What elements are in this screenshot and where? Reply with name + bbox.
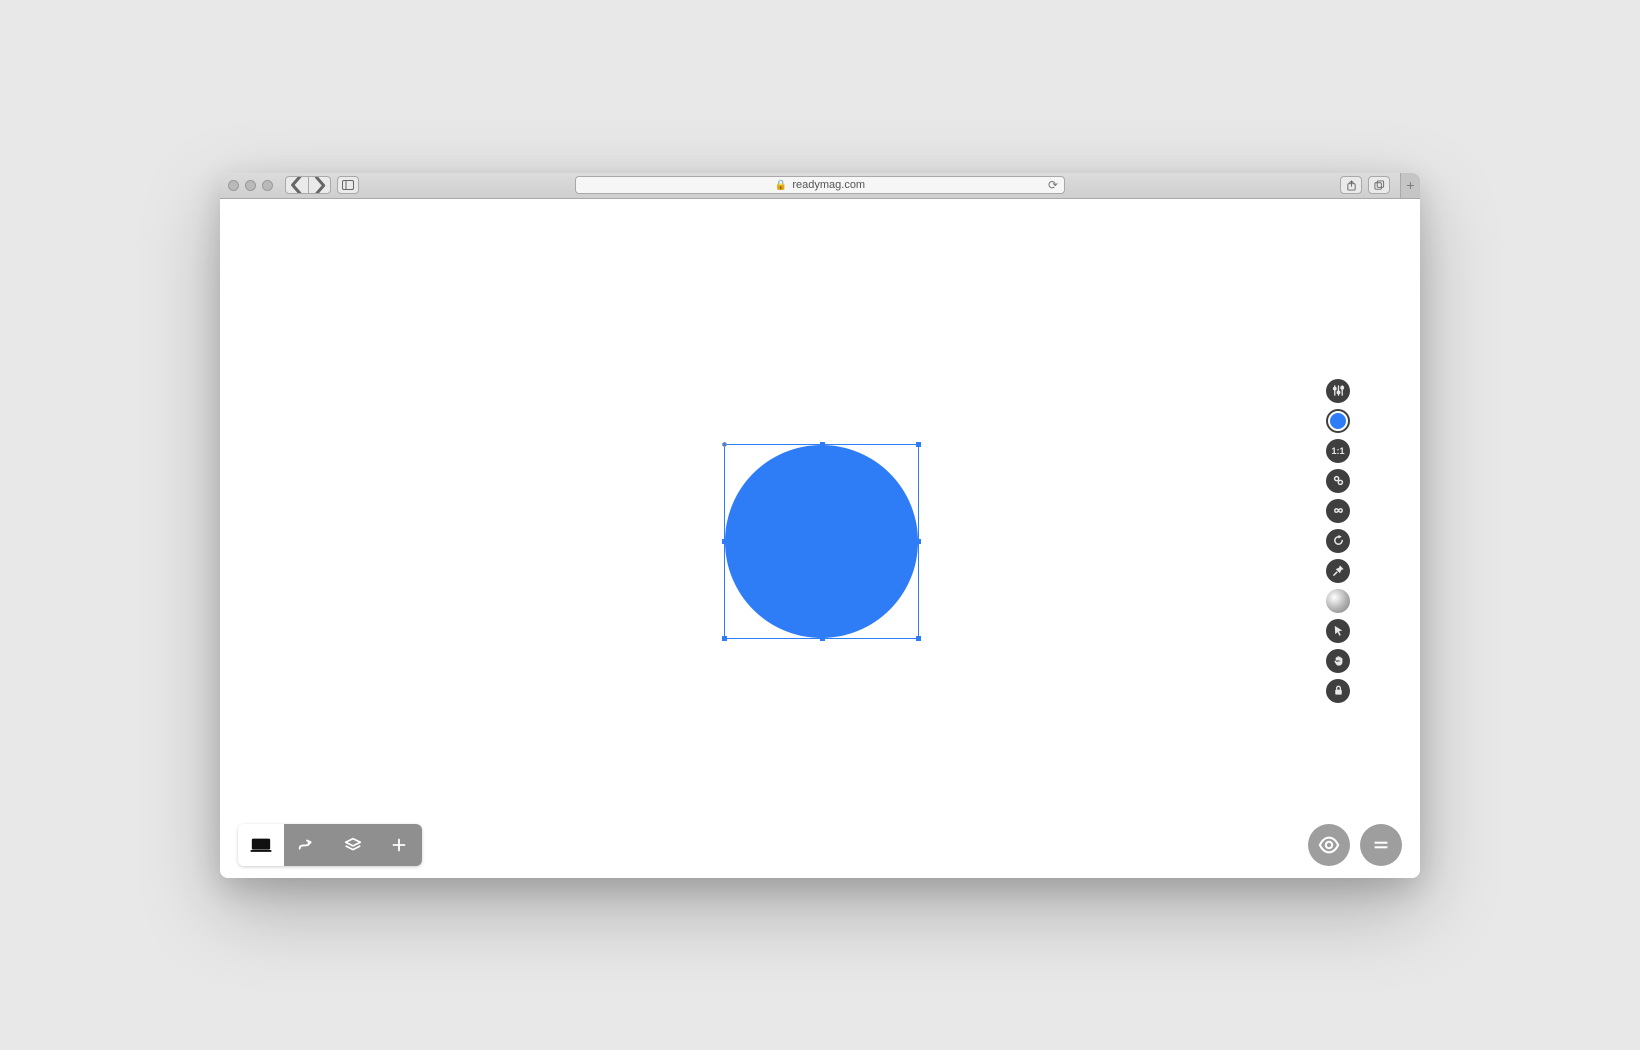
- window-minimize-button[interactable]: [245, 180, 256, 191]
- opacity-tool[interactable]: [1326, 589, 1350, 613]
- reload-button[interactable]: ⟳: [1048, 178, 1058, 192]
- resize-handle-mr[interactable]: [916, 539, 921, 544]
- lock-icon: 🔒: [775, 180, 787, 191]
- desktop-viewport-toggle[interactable]: [238, 824, 284, 866]
- add-widget-tool[interactable]: [376, 824, 422, 866]
- layers-tool[interactable]: [330, 824, 376, 866]
- aspect-ratio-tool[interactable]: 1:1: [1326, 439, 1350, 463]
- window-close-button[interactable]: [228, 180, 239, 191]
- bottom-right-controls: [1308, 824, 1402, 866]
- nav-back-forward: [285, 176, 331, 194]
- preview-button[interactable]: [1308, 824, 1350, 866]
- resize-handle-br[interactable]: [916, 636, 921, 641]
- lock-tool[interactable]: [1326, 679, 1350, 703]
- resize-handle-tl[interactable]: [722, 442, 727, 447]
- responsive-flow-tool[interactable]: [284, 824, 330, 866]
- link-chain-tool[interactable]: [1326, 469, 1350, 493]
- window-zoom-button[interactable]: [262, 180, 273, 191]
- pin-tool[interactable]: [1326, 559, 1350, 583]
- nav-forward-button[interactable]: [308, 177, 330, 193]
- selection-bounding-box[interactable]: [724, 444, 919, 639]
- ellipse-shape[interactable]: [725, 445, 918, 638]
- resize-handle-tc[interactable]: [820, 442, 825, 447]
- address-bar[interactable]: 🔒 readymag.com ⟳: [575, 176, 1065, 194]
- new-tab-button[interactable]: +: [1400, 173, 1420, 199]
- browser-toolbar: 🔒 readymag.com ⟳ +: [220, 173, 1420, 199]
- window-traffic-lights: [228, 180, 273, 191]
- link-infinity-tool[interactable]: [1326, 499, 1350, 523]
- hand-tool[interactable]: [1326, 649, 1350, 673]
- aspect-ratio-label: 1:1: [1331, 446, 1344, 456]
- settings-sliders-tool[interactable]: [1326, 379, 1350, 403]
- show-tabs-button[interactable]: [1368, 176, 1390, 194]
- resize-handle-bc[interactable]: [820, 636, 825, 641]
- show-sidebar-button[interactable]: [337, 176, 359, 194]
- fill-color-tool[interactable]: [1326, 409, 1350, 433]
- object-tool-strip: 1:1: [1326, 379, 1350, 703]
- cursor-tool[interactable]: [1326, 619, 1350, 643]
- nav-back-button[interactable]: [286, 177, 308, 193]
- resize-handle-tr[interactable]: [916, 442, 921, 447]
- share-button[interactable]: [1340, 176, 1362, 194]
- url-host: readymag.com: [792, 179, 865, 191]
- resize-handle-bl[interactable]: [722, 636, 727, 641]
- editor-canvas[interactable]: 1:1: [220, 199, 1420, 878]
- resize-handle-ml[interactable]: [722, 539, 727, 544]
- menu-button[interactable]: [1360, 824, 1402, 866]
- rotate-tool[interactable]: [1326, 529, 1350, 553]
- bottom-left-toolbar: [238, 824, 422, 866]
- browser-window: 🔒 readymag.com ⟳ +: [220, 173, 1420, 878]
